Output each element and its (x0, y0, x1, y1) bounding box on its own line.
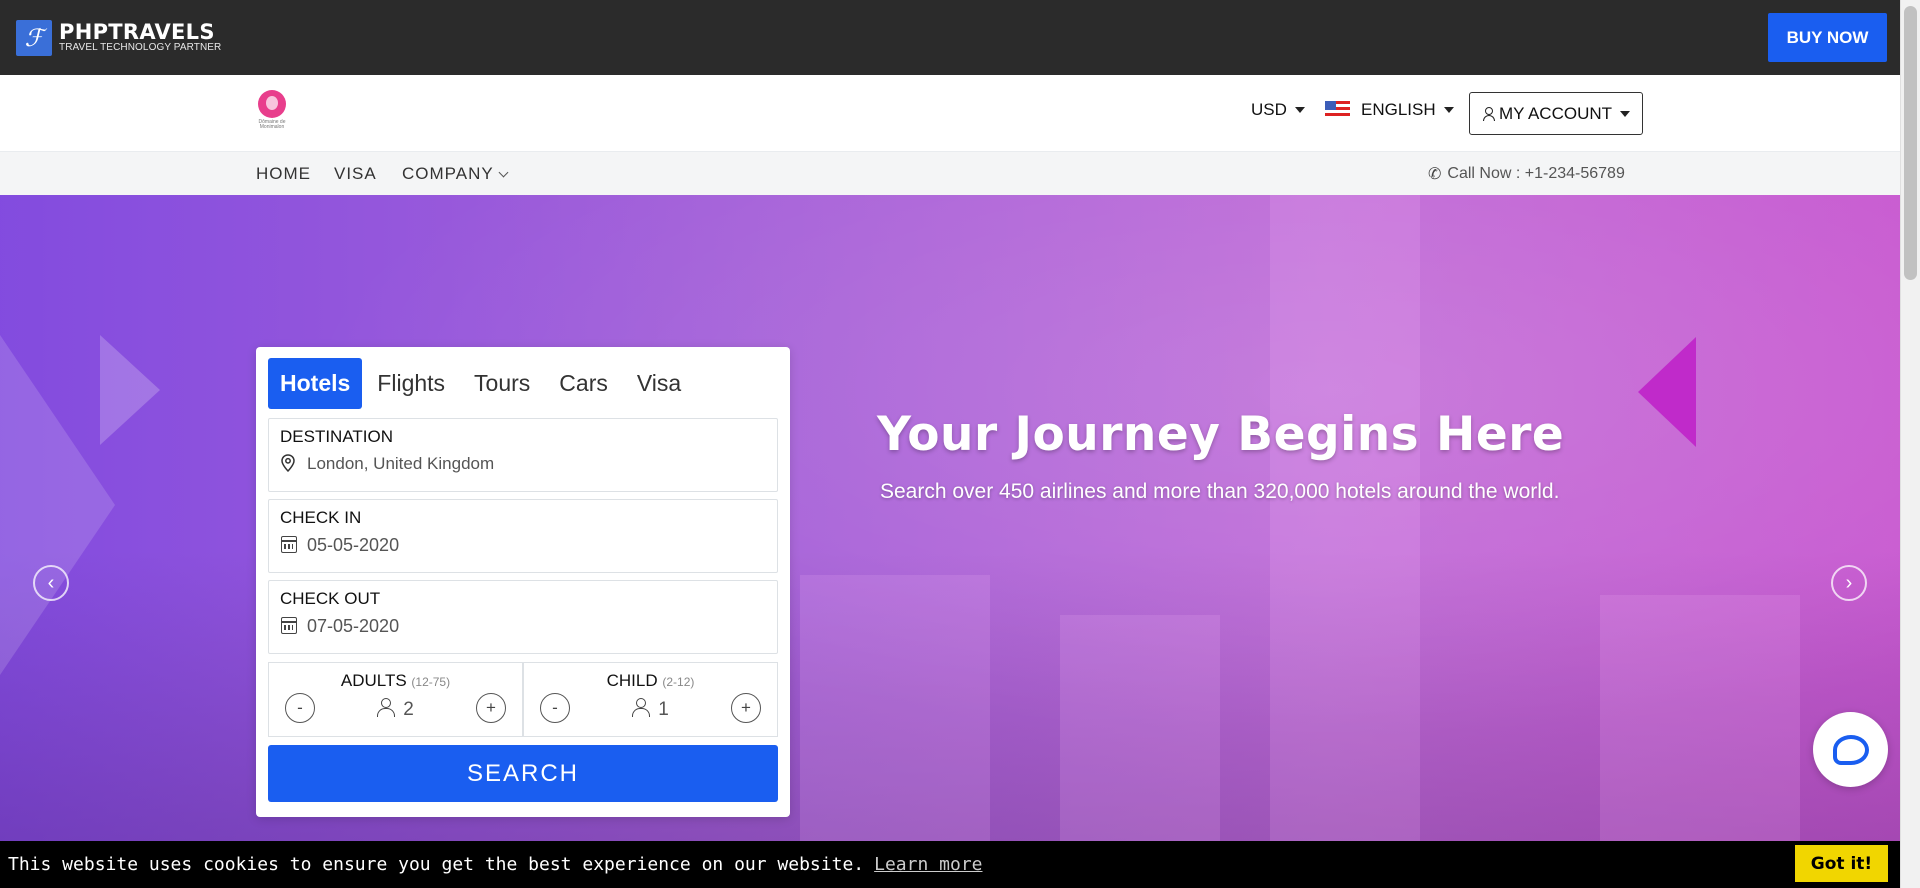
child-label: CHILD (2-12) (524, 671, 777, 691)
chat-bubble-icon (1832, 734, 1869, 765)
checkin-label: CHECK IN (280, 508, 362, 527)
tab-tours[interactable]: Tours (460, 358, 544, 409)
destination-value: London, United Kingdom (307, 454, 495, 473)
main-nav: HOME VISA COMPANY ✆ Call Now : +1-234-56… (0, 151, 1900, 195)
phone-icon: ✆ (1428, 166, 1442, 183)
currency-dropdown[interactable]: USD (1251, 100, 1305, 120)
language-label: ENGLISH (1361, 100, 1436, 119)
caret-down-icon (1620, 110, 1631, 117)
child-range: (2-12) (662, 675, 695, 689)
my-account-button[interactable]: MY ACCOUNT (1469, 92, 1643, 135)
call-now[interactable]: ✆ Call Now : +1-234-56789 (1428, 164, 1625, 184)
child-title: CHILD (606, 671, 658, 690)
tab-hotels[interactable]: Hotels (268, 358, 363, 409)
nav-home[interactable]: HOME (256, 164, 311, 184)
next-slide-button[interactable]: › (1831, 565, 1867, 601)
skyline-building (1600, 595, 1800, 841)
brand-name: PHPTRAVELS (59, 20, 215, 44)
skyline-building (800, 575, 990, 841)
skyline-tower (1270, 195, 1420, 841)
adults-title: ADULTS (340, 671, 407, 690)
chevron-down-icon (498, 167, 509, 178)
adults-value: 2 (403, 699, 414, 720)
adults-stepper: ADULTS (12-75) - 2 + (268, 662, 523, 737)
us-flag-icon (1325, 101, 1350, 119)
logo-caption: Dômaine de Monimalon (258, 119, 286, 130)
child-value: 1 (658, 699, 669, 720)
caret-down-icon (1294, 107, 1305, 113)
cookie-text: This website uses cookies to ensure you … (8, 854, 865, 875)
adults-range: (12-75) (411, 675, 451, 689)
brand-logo[interactable]: ℱ PHPTRAVELS TRAVEL TECHNOLOGY PARTNER (16, 20, 221, 56)
brand-tagline: TRAVEL TECHNOLOGY PARTNER (59, 42, 222, 53)
chevron-left-icon: ‹ (47, 571, 55, 594)
site-logo[interactable]: Dômaine de Monimalon (255, 90, 289, 130)
destination-label: DESTINATION (280, 427, 394, 446)
person-icon (377, 698, 396, 717)
nav-visa[interactable]: VISA (334, 164, 377, 184)
language-dropdown[interactable]: ENGLISH (1325, 100, 1454, 120)
caret-down-icon (1443, 107, 1454, 113)
cookie-learn-more-link[interactable]: Learn more (874, 854, 982, 875)
destination-field[interactable]: DESTINATION London, United Kingdom (268, 418, 778, 492)
brand-text: PHPTRAVELS TRAVEL TECHNOLOGY PARTNER (59, 22, 221, 54)
prev-slide-button[interactable]: ‹ (33, 565, 69, 601)
tab-flights[interactable]: Flights (363, 358, 459, 409)
decor-triangle (100, 335, 160, 445)
currency-label: USD (1251, 100, 1287, 119)
search-card: Hotels Flights Tours Cars Visa DESTINATI… (256, 347, 790, 817)
account-label: MY ACCOUNT (1498, 103, 1613, 123)
checkin-value: 05-05-2020 (307, 535, 400, 555)
child-stepper: CHILD (2-12) - 1 + (523, 662, 778, 737)
checkin-field[interactable]: CHECK IN 05-05-2020 (268, 499, 778, 573)
adults-label: ADULTS (12-75) (269, 671, 522, 691)
user-icon (1482, 106, 1495, 121)
tab-visa[interactable]: Visa (623, 358, 695, 409)
tab-cars[interactable]: Cars (545, 358, 622, 409)
cookie-banner: This website uses cookies to ensure you … (0, 841, 1900, 888)
hero-slider: ‹ › Your Journey Begins Here Search over… (0, 195, 1900, 841)
calendar-icon (281, 536, 297, 553)
checkout-field[interactable]: CHECK OUT 07-05-2020 (268, 580, 778, 654)
location-pin-icon (281, 454, 295, 472)
decor-triangle (1638, 337, 1696, 447)
chat-widget-button[interactable] (1813, 712, 1888, 787)
search-tabs: Hotels Flights Tours Cars Visa (268, 358, 696, 409)
chevron-right-icon: › (1845, 571, 1853, 594)
site-header: Dômaine de Monimalon USD ENGLISH MY ACCO… (0, 75, 1900, 151)
scrollbar-thumb[interactable] (1904, 6, 1917, 280)
checkout-value: 07-05-2020 (307, 616, 400, 636)
brand-mark-icon: ℱ (16, 20, 52, 56)
hero-title: Your Journey Begins Here (877, 407, 1565, 462)
child-plus-button[interactable]: + (731, 693, 761, 723)
buy-now-button[interactable]: BUY NOW (1768, 13, 1887, 62)
checkout-label: CHECK OUT (280, 589, 381, 608)
decor-triangle (0, 335, 115, 675)
search-button[interactable]: SEARCH (268, 745, 778, 802)
hero-subtitle: Search over 450 airlines and more than 3… (880, 480, 1560, 503)
skyline-building (1060, 615, 1220, 841)
adults-plus-button[interactable]: + (476, 693, 506, 723)
logo-emblem-icon (258, 90, 286, 118)
cookie-accept-button[interactable]: Got it! (1795, 845, 1888, 882)
top-bar: ℱ PHPTRAVELS TRAVEL TECHNOLOGY PARTNER B… (0, 0, 1900, 75)
nav-company[interactable]: COMPANY (402, 164, 509, 184)
person-icon (632, 698, 651, 717)
calendar-icon (281, 617, 297, 634)
call-now-text: Call Now : +1-234-56789 (1447, 165, 1625, 182)
nav-company-label: COMPANY (402, 164, 494, 183)
page-scrollbar[interactable] (1900, 0, 1920, 888)
